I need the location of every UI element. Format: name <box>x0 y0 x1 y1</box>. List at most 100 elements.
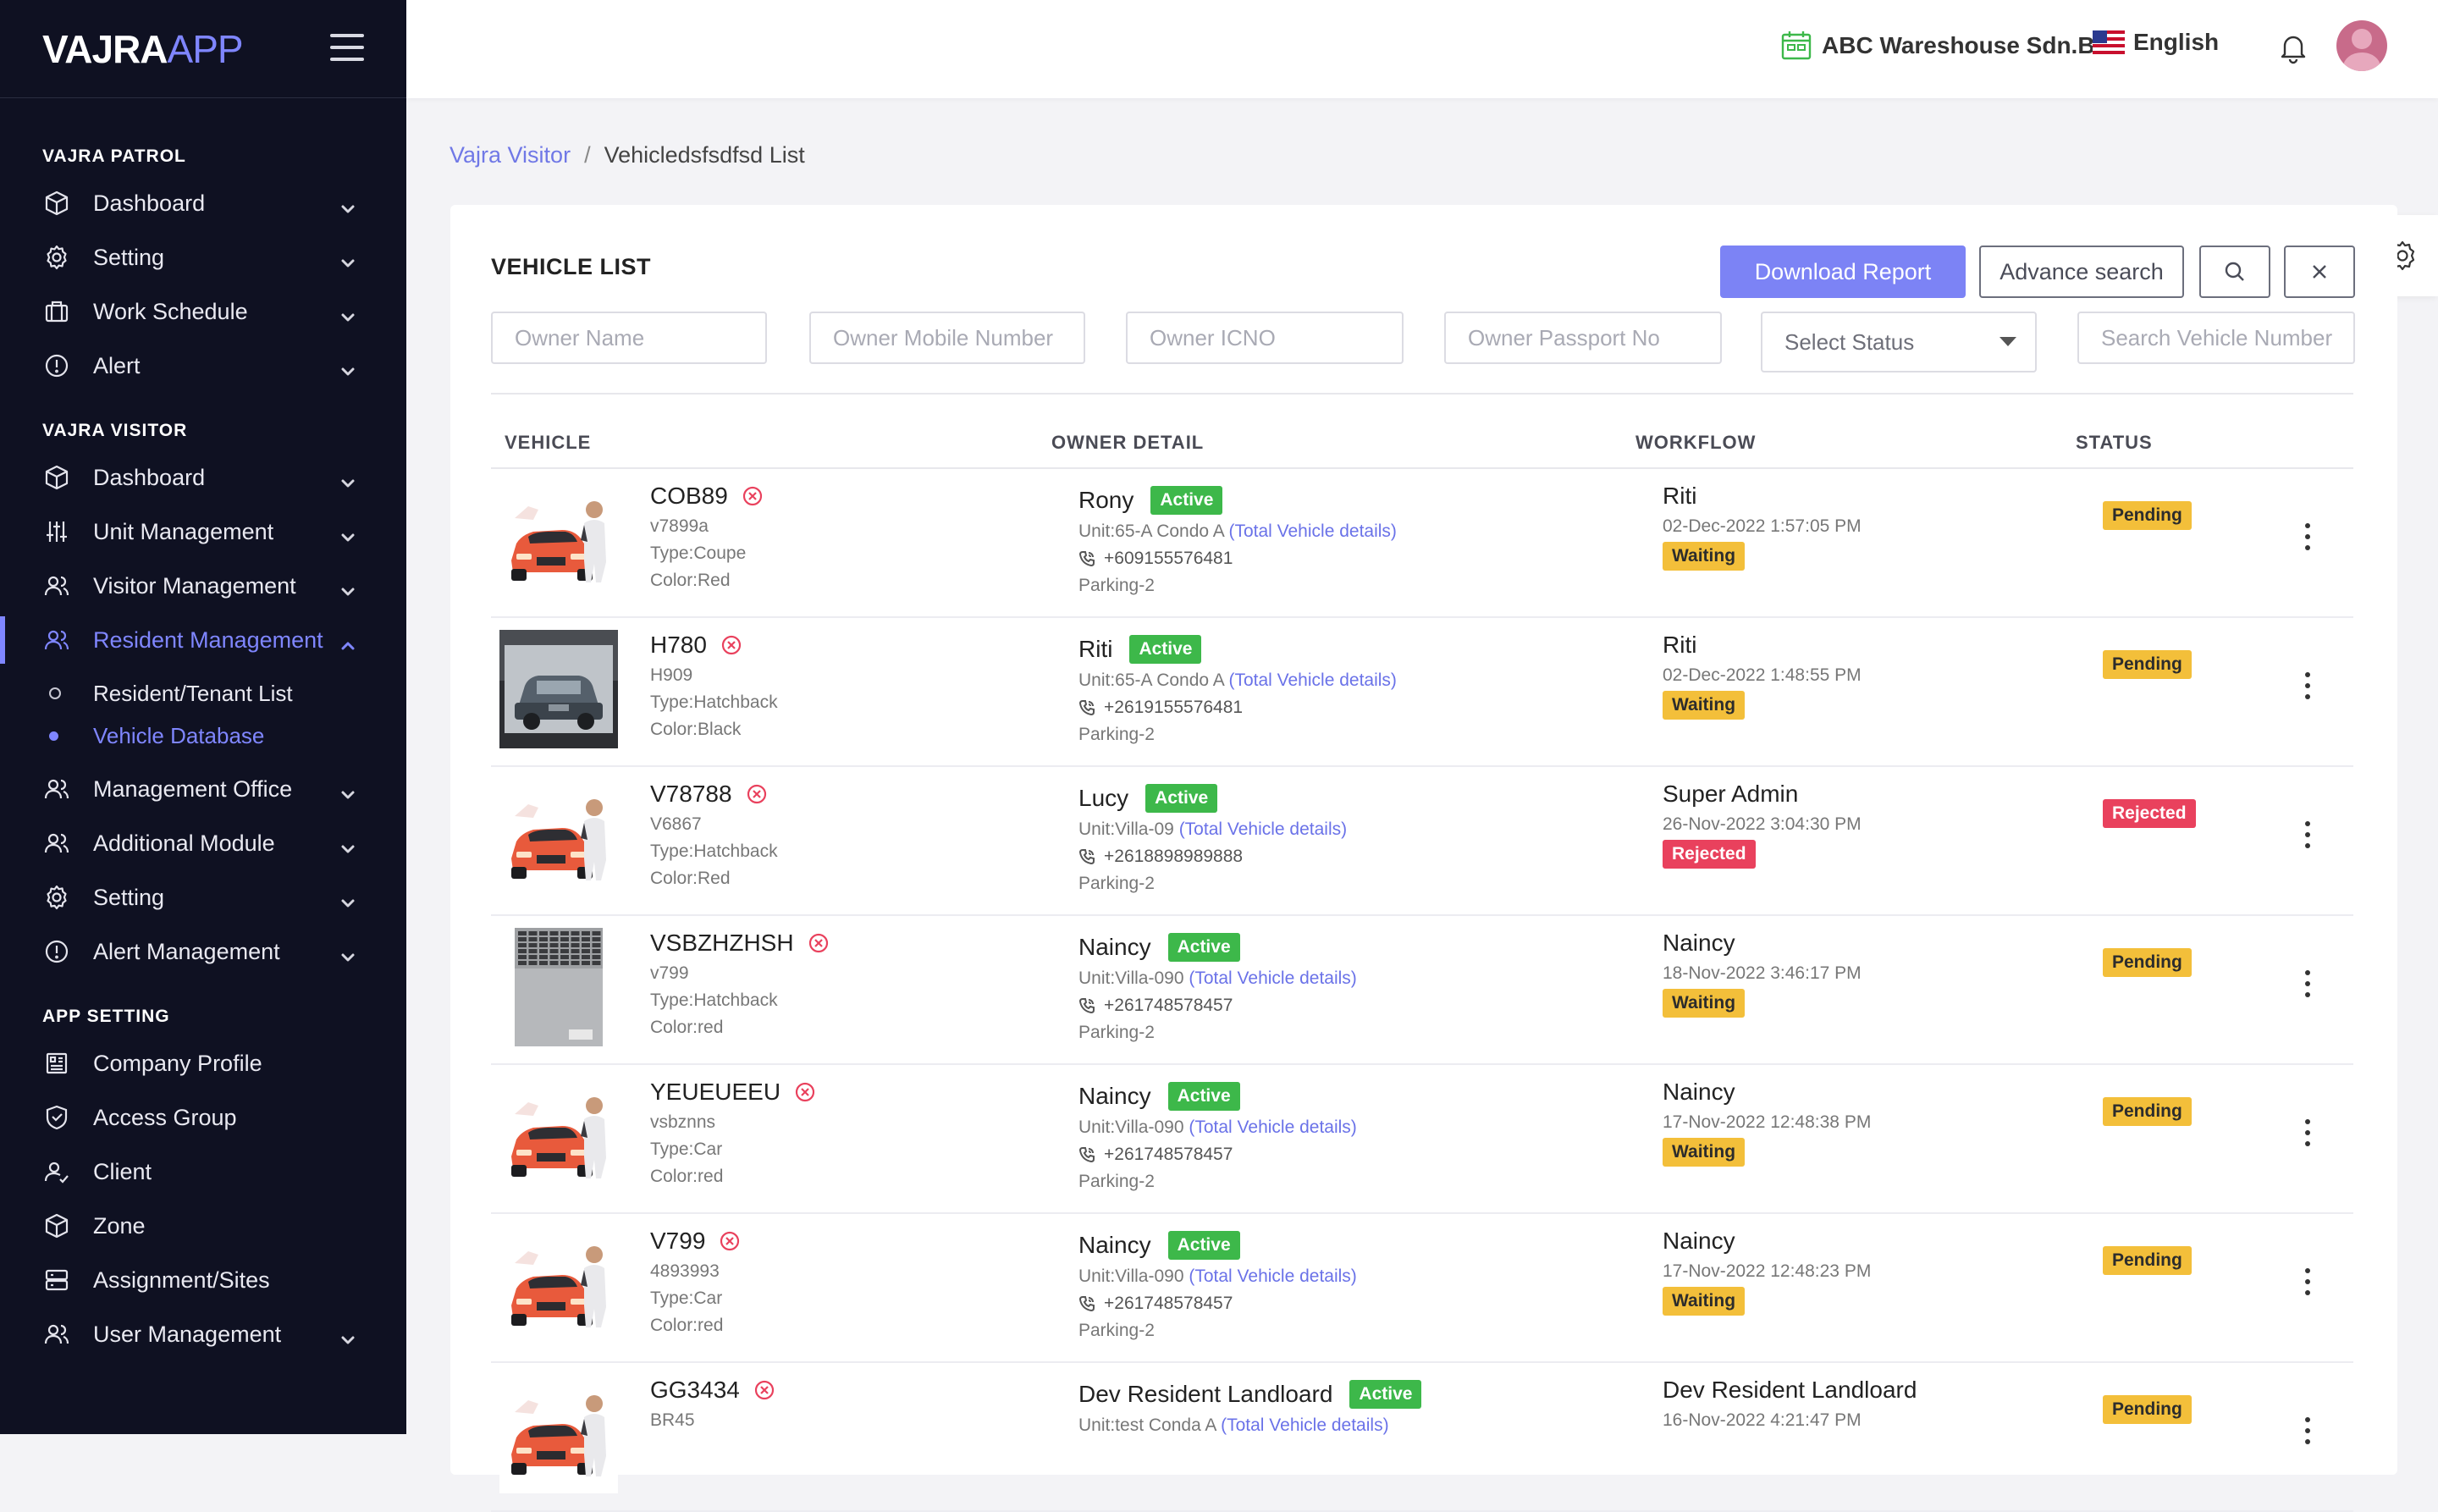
owner-mobile-input[interactable]: Owner Mobile Number <box>809 312 1085 364</box>
more-options-icon[interactable] <box>2304 1417 2311 1444</box>
owner-passport-input[interactable]: Owner Passport No <box>1444 312 1722 364</box>
more-options-icon[interactable] <box>2304 970 2311 997</box>
table-row[interactable]: YEUEUEEU vsbznns Type:Car Color:red Naincy Ac… <box>491 1065 2353 1214</box>
clear-button[interactable] <box>2284 246 2355 298</box>
total-vehicle-details-link[interactable]: (Total Vehicle details) <box>1189 968 1356 988</box>
vehicle-thumbnail[interactable] <box>499 1226 618 1344</box>
more-options-icon[interactable] <box>2304 672 2311 699</box>
total-vehicle-details-link[interactable]: (Total Vehicle details) <box>1221 1415 1388 1435</box>
sidebar-item-unit-management-visitor[interactable]: Unit Management <box>0 505 406 559</box>
sidebar-item-dashboard-patrol[interactable]: Dashboard <box>0 176 406 230</box>
chevron-down-icon <box>340 836 356 853</box>
briefcase-icon <box>42 297 71 326</box>
vehicle-plate: COB89 <box>650 483 764 510</box>
sidebar-item-resident-management-visitor[interactable]: Resident Management <box>0 613 406 667</box>
total-vehicle-details-link[interactable]: (Total Vehicle details) <box>1228 670 1396 690</box>
owner-unit: Unit:65-A Condo A (Total Vehicle details… <box>1078 521 1397 542</box>
owner-unit-text: Unit:65-A Condo A <box>1078 521 1224 541</box>
vehicle-thumbnail[interactable] <box>499 928 618 1046</box>
workflow-status-badge: Waiting <box>1663 542 1746 571</box>
total-vehicle-details-link[interactable]: (Total Vehicle details) <box>1228 521 1396 541</box>
sidebar-subitem-resident-tenant-list[interactable]: Resident/Tenant List <box>0 672 406 715</box>
user-avatar[interactable] <box>2336 20 2387 71</box>
chevron-down-icon <box>340 471 356 488</box>
breadcrumb-parent[interactable]: Vajra Visitor <box>450 142 571 168</box>
sidebar-subitem-vehicle-database[interactable]: Vehicle Database <box>0 715 406 757</box>
vehicle-number-input[interactable]: Search Vehicle Number <box>2077 312 2355 364</box>
download-report-button[interactable]: Download Report <box>1720 246 1966 298</box>
client-icon <box>42 1157 71 1186</box>
remove-circle-icon[interactable] <box>808 932 830 954</box>
sidebar-item-additional-module-visitor[interactable]: Additional Module <box>0 816 406 870</box>
table-row[interactable]: GG3434 BR45 Dev Resident Landloard Active Un… <box>491 1363 2353 1512</box>
chevron-down-icon <box>340 579 356 596</box>
vehicle-thumbnail[interactable] <box>499 779 618 897</box>
remove-circle-icon[interactable] <box>720 634 742 656</box>
more-options-icon[interactable] <box>2304 1268 2311 1295</box>
vehicle-thumbnail[interactable] <box>499 1375 618 1493</box>
zone-icon <box>42 1211 71 1240</box>
breadcrumb: Vajra Visitor / Vehicledsfsdfsd List <box>450 142 805 168</box>
advance-search-button[interactable]: Advance search <box>1979 246 2184 298</box>
more-options-icon[interactable] <box>2304 523 2311 550</box>
sidebar-item-company-profile-app[interactable]: Company Profile <box>0 1036 406 1090</box>
vehicle-thumbnail[interactable] <box>499 630 618 748</box>
total-vehicle-details-link[interactable]: (Total Vehicle details) <box>1189 1117 1356 1137</box>
vehicle-color: Color:red <box>650 1018 724 1037</box>
status-select[interactable]: Select Status <box>1761 312 2037 372</box>
owner-name-text: Riti <box>1078 636 1113 662</box>
table-row[interactable]: V78788 V6867 Type:Hatchback Color:Red Lucy Ac… <box>491 767 2353 916</box>
remove-circle-icon[interactable] <box>746 783 768 805</box>
owner-name-text: Dev Resident Landloard <box>1078 1381 1333 1407</box>
sidebar-item-zone-app[interactable]: Zone <box>0 1199 406 1253</box>
sidebar-item-visitor-management-visitor[interactable]: Visitor Management <box>0 559 406 613</box>
vehicle-thumbnail[interactable] <box>499 481 618 599</box>
table-row[interactable]: V799 4893993 Type:Car Color:red Naincy Active… <box>491 1214 2353 1363</box>
more-options-icon[interactable] <box>2304 1119 2311 1146</box>
vehicle-color: Color:Red <box>650 869 731 888</box>
remove-circle-icon[interactable] <box>742 485 764 507</box>
sidebar-item-setting-patrol[interactable]: Setting <box>0 230 406 284</box>
search-button[interactable] <box>2199 246 2270 298</box>
brand-sub: APP <box>167 26 244 71</box>
sidebar-item-alert-patrol[interactable]: Alert <box>0 339 406 393</box>
remove-circle-icon[interactable] <box>753 1379 775 1401</box>
users-icon <box>42 1320 71 1349</box>
table-row[interactable]: H780 H909 Type:Hatchback Color:Black Riti Act… <box>491 618 2353 767</box>
remove-circle-icon[interactable] <box>719 1230 741 1252</box>
assignment-icon <box>42 1266 71 1294</box>
sidebar-item-work-schedule-patrol[interactable]: Work Schedule <box>0 284 406 339</box>
workflow-date: 17-Nov-2022 12:48:23 PM <box>1663 1261 1872 1281</box>
remove-circle-icon[interactable] <box>794 1081 816 1103</box>
sidebar-item-management-office-visitor[interactable]: Management Office <box>0 762 406 816</box>
table-row[interactable]: COB89 v7899a Type:Coupe Color:Red Rony Active… <box>491 469 2353 618</box>
sidebar-item-setting-visitor[interactable]: Setting <box>0 870 406 924</box>
owner-name: Naincy Active <box>1078 933 1240 962</box>
owner-icno-input[interactable]: Owner ICNO <box>1126 312 1404 364</box>
sidebar-item-alert-management-visitor[interactable]: Alert Management <box>0 924 406 979</box>
phone-icon <box>1078 1295 1104 1312</box>
owner-name-input[interactable]: Owner Name <box>491 312 767 364</box>
sidebar-item-label: Management Office <box>93 775 293 802</box>
vehicle-thumbnail[interactable] <box>499 1077 618 1195</box>
vehicle-code: V6867 <box>650 814 702 834</box>
sidebar-item-assignment-sites-app[interactable]: Assignment/Sites <box>0 1253 406 1307</box>
sidebar-item-dashboard-visitor[interactable]: Dashboard <box>0 450 406 505</box>
sidebar-item-client-app[interactable]: Client <box>0 1145 406 1199</box>
more-options-icon[interactable] <box>2304 821 2311 848</box>
language-selector[interactable]: English <box>2093 29 2219 56</box>
table-row[interactable]: VSBZHZHSH v799 Type:Hatchback Color:red Nain… <box>491 916 2353 1065</box>
sidebar-item-access-group-app[interactable]: Access Group <box>0 1090 406 1145</box>
total-vehicle-details-link[interactable]: (Total Vehicle details) <box>1189 1266 1356 1286</box>
bell-icon[interactable] <box>2276 30 2310 64</box>
owner-name: Naincy Active <box>1078 1231 1240 1260</box>
workflow-date: 16-Nov-2022 4:21:47 PM <box>1663 1410 1862 1430</box>
chevron-down-icon <box>340 1327 356 1344</box>
sidebar-item-user-management-app[interactable]: User Management <box>0 1307 406 1361</box>
status-badge: Pending <box>2103 501 2192 530</box>
menu-toggle-icon[interactable] <box>330 34 364 61</box>
company-selector[interactable]: ABC Wareshouse Sdn.Bhd <box>1779 29 2124 63</box>
total-vehicle-details-link[interactable]: (Total Vehicle details) <box>1179 819 1347 839</box>
owner-unit-text: Unit:Villa-090 <box>1078 1117 1184 1137</box>
search-icon <box>2225 262 2244 281</box>
